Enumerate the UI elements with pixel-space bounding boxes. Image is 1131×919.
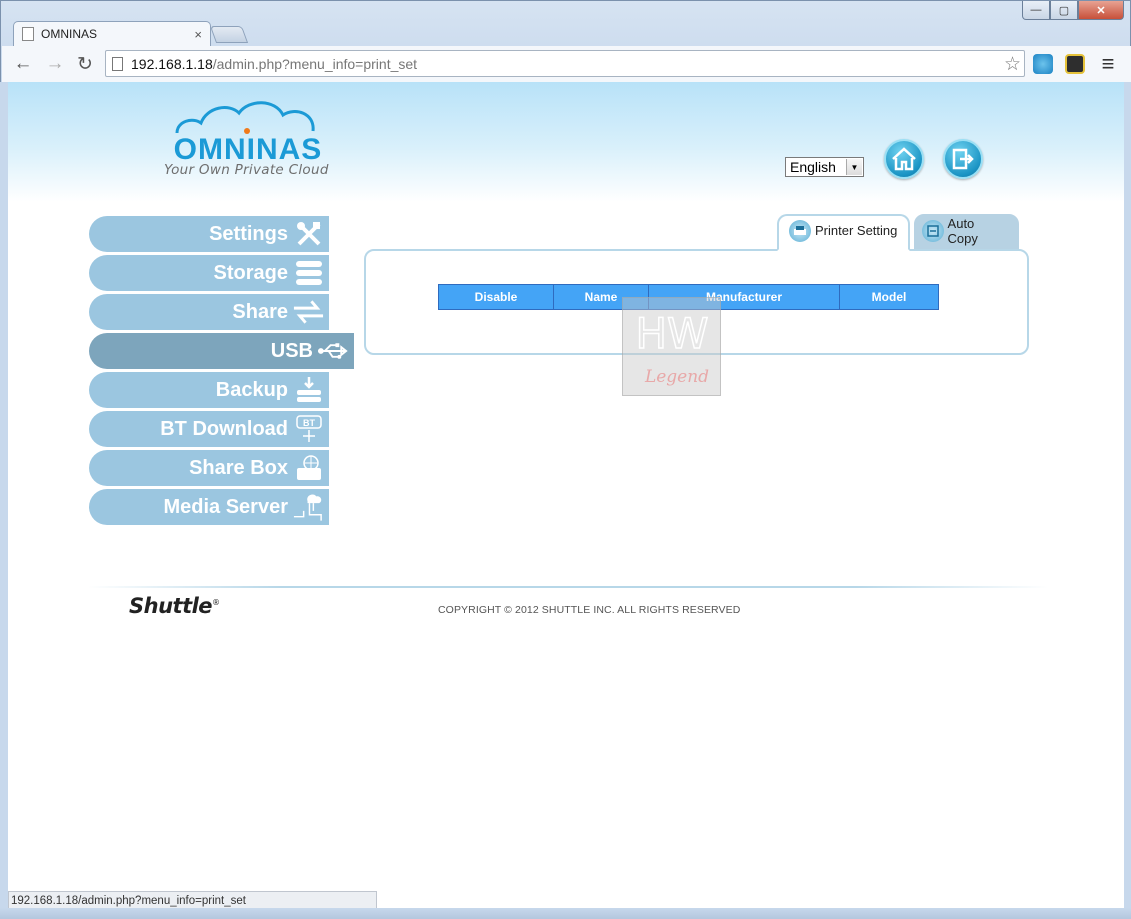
- tab-title: OMNINAS: [41, 27, 98, 41]
- url-path: /admin.php?menu_info=print_set: [212, 55, 418, 72]
- shuttle-brand: Shuttle: [129, 594, 213, 618]
- sidebar-item-settings[interactable]: Settings: [89, 216, 329, 252]
- column-header-disable: Disable: [438, 284, 554, 310]
- sidebar-item-backup[interactable]: Backup: [89, 372, 329, 408]
- column-header-model: Model: [839, 284, 939, 310]
- bookmark-star-icon[interactable]: ☆: [1004, 53, 1021, 76]
- chevron-down-icon[interactable]: ▼: [846, 159, 862, 175]
- maximize-button[interactable]: ▢: [1050, 1, 1078, 20]
- skype-extension-icon[interactable]: [1033, 54, 1053, 74]
- sidebar-item-media-server[interactable]: Media Server: [89, 489, 329, 525]
- sidebar-item-label: Settings: [209, 222, 288, 245]
- sidebar-item-share[interactable]: Share: [89, 294, 329, 330]
- tab-label: Printer Setting: [815, 223, 898, 238]
- sidebar-item-bt-download[interactable]: BT Download BT: [89, 411, 329, 447]
- sidebar-item-label: Storage: [213, 261, 288, 284]
- page-favicon-icon: [22, 27, 34, 41]
- minimize-button[interactable]: —: [1022, 1, 1050, 20]
- svg-text:BT: BT: [303, 418, 315, 428]
- language-select[interactable]: English ▼: [785, 157, 864, 177]
- sidebar-item-label: BT Download: [160, 417, 288, 440]
- page-content: OMNINAS Your Own Private Cloud English ▼…: [8, 82, 1124, 908]
- footer-divider: [88, 586, 1048, 588]
- usb-icon: [317, 336, 350, 366]
- backup-icon: [292, 375, 325, 405]
- tab-auto-copy[interactable]: Auto Copy: [914, 214, 1019, 251]
- copyright-text: COPYRIGHT © 2012 SHUTTLE INC. ALL RIGHTS…: [438, 604, 741, 616]
- sidebar-item-label: Share: [232, 300, 288, 323]
- browser-toolbar: ← → ↻ 192.168.1.18 /admin.php?menu_info=…: [2, 46, 1131, 83]
- sidebar-item-label: Media Server: [163, 495, 288, 518]
- sidebar-item-share-box[interactable]: Share Box: [89, 450, 329, 486]
- logo-tagline: Your Own Private Cloud: [164, 162, 329, 178]
- watermark-top: HW: [635, 309, 708, 358]
- logout-icon: [952, 148, 974, 170]
- shuttle-logo: Shuttle®: [129, 594, 220, 618]
- home-button[interactable]: [884, 139, 924, 179]
- share-arrows-icon: [292, 297, 325, 327]
- home-icon: [892, 147, 916, 171]
- media-server-icon: [292, 492, 325, 522]
- logout-button[interactable]: [943, 139, 983, 179]
- bt-icon: BT: [292, 414, 325, 444]
- close-window-button[interactable]: ✕: [1078, 1, 1124, 20]
- url-host: 192.168.1.18: [131, 55, 213, 72]
- window-frame-bottom: [0, 908, 1131, 919]
- watermark: HW Legend: [622, 297, 721, 396]
- registered-mark: ®: [212, 598, 220, 607]
- browser-tab[interactable]: OMNINAS ×: [13, 21, 211, 46]
- tab-printer-setting[interactable]: Printer Setting: [777, 214, 910, 251]
- extension-icon[interactable]: [1065, 54, 1085, 74]
- reload-icon[interactable]: ↻: [73, 52, 97, 76]
- sidebar-item-label: Share Box: [189, 456, 288, 479]
- browser-chrome: — ▢ ✕ OMNINAS × ← → ↻ 192.168.1.18 /admi…: [0, 0, 1131, 83]
- tab-close-icon[interactable]: ×: [194, 27, 202, 42]
- back-icon[interactable]: ←: [11, 52, 35, 76]
- sidebar-item-usb[interactable]: USB: [89, 333, 354, 369]
- address-bar[interactable]: 192.168.1.18 /admin.php?menu_info=print_…: [105, 50, 1025, 77]
- new-tab-button[interactable]: [209, 26, 249, 43]
- storage-icon: [292, 258, 325, 288]
- language-value: English: [790, 159, 836, 175]
- window-frame-right: [1124, 82, 1131, 908]
- sidebar-item-label: Backup: [215, 378, 288, 401]
- page-icon: [112, 56, 123, 71]
- auto-copy-icon: [922, 219, 944, 242]
- sidebar-item-label: USB: [270, 339, 313, 362]
- tools-icon: [292, 219, 325, 249]
- window-frame-left: [0, 82, 8, 908]
- tab-label: Auto Copy: [947, 215, 978, 246]
- window-controls: — ▢ ✕: [1022, 1, 1124, 20]
- sharebox-icon: [292, 453, 325, 483]
- forward-icon[interactable]: →: [43, 52, 67, 76]
- menu-icon[interactable]: ≡: [1096, 51, 1120, 76]
- watermark-bottom: Legend: [644, 367, 709, 387]
- printer-icon: [789, 219, 811, 242]
- sidebar-item-storage[interactable]: Storage: [89, 255, 329, 291]
